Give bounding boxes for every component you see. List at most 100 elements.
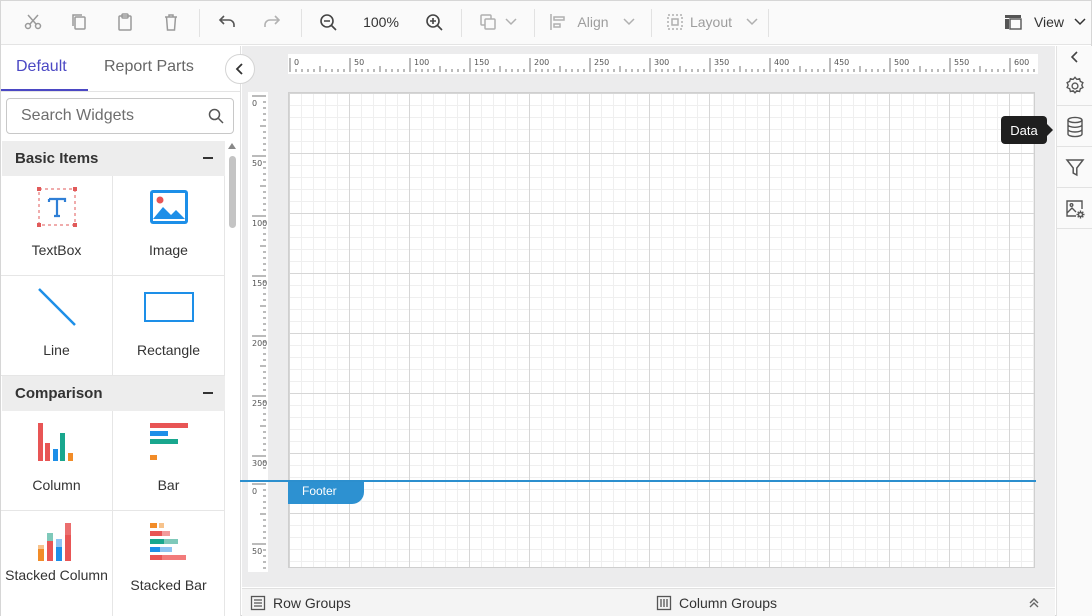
ruler-label: 0 (252, 487, 257, 496)
widget-label: Column (32, 477, 81, 493)
widget-stacked-column[interactable]: Stacked Column (1, 511, 113, 616)
zoom-in-icon[interactable] (422, 7, 446, 37)
widget-column[interactable]: Column (1, 411, 113, 511)
rectangle-icon (113, 292, 224, 322)
section-title: Basic Items (15, 150, 99, 167)
section-comparison[interactable]: Comparison (2, 376, 225, 411)
zoom-out-icon[interactable] (316, 7, 340, 37)
redo-icon[interactable] (259, 7, 285, 37)
chevron-down-icon (505, 18, 517, 26)
widget-image[interactable]: Image (113, 176, 225, 276)
search-icon[interactable] (208, 108, 224, 127)
panel-tabs: Default Report Parts (1, 46, 240, 92)
filter-icon[interactable] (1057, 148, 1092, 188)
column-groups-label: Column Groups (679, 595, 778, 611)
ruler-label: 50 (252, 547, 262, 556)
textbox-icon (1, 187, 112, 227)
collapse-panel-button[interactable] (225, 54, 255, 84)
ruler-label: 500 (894, 58, 909, 67)
ruler-label: 100 (414, 58, 429, 67)
ruler-label: 300 (252, 459, 267, 468)
ruler-label: 300 (654, 58, 669, 67)
widget-label: Rectangle (136, 342, 201, 358)
widget-label: Stacked Column (5, 567, 108, 583)
data-tooltip: Data (1001, 116, 1053, 144)
ruler-label: 150 (252, 279, 267, 288)
widget-textbox[interactable]: TextBox (1, 176, 113, 276)
ruler-label: 50 (354, 58, 364, 67)
tab-report-parts[interactable]: Report Parts (104, 58, 194, 76)
gear-icon[interactable] (1057, 66, 1092, 106)
widget-label: Stacked Bar (130, 577, 207, 593)
report-canvas[interactable] (288, 92, 1035, 568)
collapse-section-icon[interactable] (203, 157, 213, 159)
ruler-label: 200 (534, 58, 549, 67)
widget-stacked-bar[interactable]: Stacked Bar (113, 511, 225, 616)
zoom-level[interactable]: 100% (358, 7, 404, 37)
group-bar: Row Groups Column Groups (242, 588, 1055, 616)
section-basic-items[interactable]: Basic Items (2, 141, 225, 176)
collapse-icon[interactable] (1057, 46, 1092, 68)
ruler-label: 550 (954, 58, 969, 67)
align-label: Align (577, 14, 609, 30)
widget-panel: Default Report Parts Basic Items TextBox (1, 46, 241, 616)
toolbar: 100% Align Layout View (1, 1, 1091, 45)
section-title: Comparison (15, 385, 103, 402)
undo-icon[interactable] (214, 7, 240, 37)
line-icon (1, 286, 112, 328)
paste-icon[interactable] (113, 7, 137, 37)
column-groups-button[interactable]: Column Groups (656, 595, 777, 611)
widget-label: Bar (157, 477, 180, 493)
row-groups-label: Row Groups (273, 595, 351, 611)
widget-line[interactable]: Line (1, 276, 113, 376)
ruler-label: 450 (834, 58, 849, 67)
collapse-section-icon[interactable] (203, 392, 213, 394)
chevron-down-icon (623, 18, 635, 26)
bar-chart-icon (113, 421, 224, 463)
expand-groups-icon[interactable] (1028, 597, 1040, 609)
view-label: View (1033, 14, 1065, 30)
column-chart-icon (1, 421, 112, 463)
widget-bar[interactable]: Bar (113, 411, 225, 511)
layout-dropdown[interactable]: Layout (665, 7, 759, 37)
ruler-label: 50 (252, 159, 262, 168)
chevron-left-icon (235, 63, 243, 75)
copy-icon[interactable] (67, 7, 91, 37)
tab-default[interactable]: Default (16, 58, 67, 76)
layout-icon (667, 14, 683, 30)
stacked-column-chart-icon (1, 521, 112, 563)
ruler-label: 350 (714, 58, 729, 67)
delete-icon[interactable] (159, 7, 183, 37)
widget-label: TextBox (31, 242, 82, 258)
cut-icon[interactable] (21, 7, 45, 37)
chevron-down-icon (746, 18, 758, 26)
ruler-label: 400 (774, 58, 789, 67)
design-area: 0 50 100 150 200 250 300 350 400 450 500 550 600 0 50… (240, 46, 1055, 587)
ruler-left: 0 50 100 150 200 250 300 0 50 (248, 92, 268, 572)
row-groups-button[interactable]: Row Groups (250, 595, 351, 611)
column-groups-icon (656, 595, 672, 611)
image-icon (113, 189, 224, 225)
ruler-label: 250 (594, 58, 609, 67)
align-dropdown[interactable]: Align (547, 7, 637, 37)
widget-label: Line (43, 342, 70, 358)
active-tab-indicator (1, 89, 88, 91)
order-dropdown[interactable] (476, 7, 520, 37)
footer-label[interactable]: Footer (288, 482, 364, 504)
widget-rectangle[interactable]: Rectangle (113, 276, 225, 376)
search-input[interactable] (21, 107, 201, 125)
chevron-down-icon (1074, 18, 1086, 26)
ruler-label: 0 (252, 99, 257, 108)
ruler-label: 600 (1014, 58, 1029, 67)
align-left-icon (550, 14, 566, 30)
properties-strip (1056, 46, 1092, 616)
scroll-up-arrow[interactable] (228, 143, 236, 149)
view-dropdown[interactable]: View (999, 7, 1091, 37)
image-settings-icon[interactable] (1057, 189, 1092, 229)
ruler-label: 150 (474, 58, 489, 67)
ruler-label: 250 (252, 399, 267, 408)
database-icon[interactable] (1057, 107, 1092, 147)
scrollbar-thumb[interactable] (229, 156, 236, 228)
row-groups-icon (250, 595, 266, 611)
ruler-label: 100 (252, 219, 267, 228)
